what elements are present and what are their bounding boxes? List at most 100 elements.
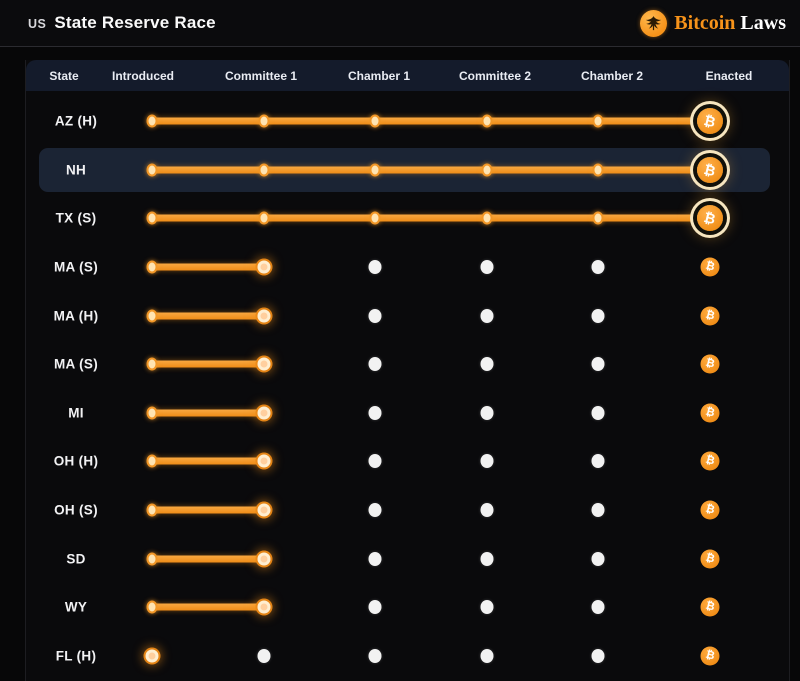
state-label: WY (26, 600, 126, 615)
stage-dot-chamber-1 (370, 115, 381, 128)
column-header-committee2: Committee 2 (459, 69, 531, 83)
stage-dot-chamber-2 (592, 600, 605, 614)
progress-line (152, 118, 710, 125)
stage-dot-committee-2 (480, 552, 493, 566)
table-row[interactable]: MA (H) ₿ (26, 291, 789, 340)
stage-dot-chamber-2 (593, 115, 604, 128)
table-row[interactable]: TX (S) ₿ (26, 194, 789, 243)
table-row[interactable]: FL (H) ₿ (26, 632, 789, 681)
stage-dot-committee-2 (481, 115, 492, 128)
column-header-enacted: Enacted (706, 69, 753, 83)
enacted-pending-bitcoin-icon: ₿ (701, 549, 720, 568)
stage-dot-committee-1 (257, 649, 270, 663)
state-label: MI (26, 405, 126, 420)
state-label: OH (H) (26, 454, 126, 469)
stage-dot-chamber-2 (593, 163, 604, 176)
stage-dot-chamber-2 (592, 309, 605, 323)
stage-dot-committee-1 (257, 309, 270, 322)
stage-dot-committee-1 (257, 552, 270, 565)
state-label: MA (S) (26, 260, 126, 275)
stage-dot-committee-2 (480, 454, 493, 468)
stage-dot-committee-2 (481, 212, 492, 225)
table-row[interactable]: MA (S) ₿ (26, 243, 789, 292)
stage-dot-chamber-1 (370, 212, 381, 225)
stage-dot-committee-1 (258, 163, 269, 176)
column-header-committee1: Committee 1 (225, 69, 297, 83)
enacted-pending-bitcoin-icon: ₿ (701, 501, 720, 520)
state-label: AZ (H) (26, 114, 126, 129)
column-header-chamber1: Chamber 1 (348, 69, 410, 83)
brand-link[interactable]: BitcoinLaws (640, 10, 786, 37)
stage-dot-introduced (147, 115, 158, 128)
brand-text: BitcoinLaws (674, 12, 786, 35)
brand-bitcoin: Bitcoin (674, 12, 735, 34)
table-row[interactable]: SD ₿ (26, 534, 789, 583)
state-label: TX (S) (26, 211, 126, 226)
title-wrap: US State Reserve Race (28, 13, 216, 33)
stage-dot-chamber-2 (592, 649, 605, 663)
stage-dot-committee-2 (480, 309, 493, 323)
enacted-bitcoin-icon: ₿ (697, 205, 723, 231)
stage-dot-committee-1 (258, 115, 269, 128)
bitcoin-laws-eagle-logo-icon (640, 10, 667, 37)
stage-dot-committee-2 (480, 503, 493, 517)
stage-dot-committee-1 (258, 212, 269, 225)
brand-laws: Laws (740, 12, 786, 34)
stage-dot-introduced (147, 504, 158, 517)
stage-dot-chamber-1 (369, 260, 382, 274)
stage-dot-chamber-2 (592, 260, 605, 274)
stage-dot-introduced (147, 601, 158, 614)
enacted-bitcoin-icon: ₿ (697, 157, 723, 183)
state-label: NH (26, 162, 126, 177)
state-label: OH (S) (26, 503, 126, 518)
state-label: MA (S) (26, 357, 126, 372)
state-label: FL (H) (26, 648, 126, 663)
stage-dot-chamber-1 (369, 309, 382, 323)
stage-dot-committee-1 (257, 358, 270, 371)
enacted-pending-bitcoin-icon: ₿ (701, 452, 720, 471)
stage-dot-committee-1 (257, 406, 270, 419)
stage-dot-committee-2 (480, 260, 493, 274)
stage-dot-chamber-2 (592, 406, 605, 420)
table-row[interactable]: OH (S) ₿ (26, 486, 789, 535)
stage-dot-introduced (146, 649, 159, 662)
enacted-pending-bitcoin-icon: ₿ (701, 306, 720, 325)
enacted-bitcoin-icon: ₿ (697, 108, 723, 134)
state-label: SD (26, 551, 126, 566)
column-header-introduced: Introduced (112, 69, 174, 83)
table-row[interactable]: WY ₿ (26, 583, 789, 632)
stage-dot-introduced (147, 358, 158, 371)
stage-dot-committee-2 (480, 357, 493, 371)
stage-dot-chamber-2 (593, 212, 604, 225)
stage-dot-chamber-2 (592, 503, 605, 517)
table-row[interactable]: MI ₿ (26, 389, 789, 438)
stage-dot-committee-1 (257, 504, 270, 517)
table-row[interactable]: MA (S) ₿ (26, 340, 789, 389)
enacted-pending-bitcoin-icon: ₿ (701, 598, 720, 617)
stage-dot-committee-2 (481, 163, 492, 176)
stage-dot-chamber-1 (369, 503, 382, 517)
enacted-pending-bitcoin-icon: ₿ (701, 403, 720, 422)
stage-dot-introduced (147, 406, 158, 419)
stage-dot-chamber-1 (370, 163, 381, 176)
progress-line (152, 604, 264, 611)
progress-line (152, 458, 264, 465)
stage-dot-chamber-1 (369, 649, 382, 663)
stage-dot-introduced (147, 261, 158, 274)
progress-line (152, 555, 264, 562)
stage-dot-chamber-2 (592, 552, 605, 566)
enacted-pending-bitcoin-icon: ₿ (701, 258, 720, 277)
enacted-pending-bitcoin-icon: ₿ (701, 355, 720, 374)
stage-dot-chamber-2 (592, 357, 605, 371)
table-row[interactable]: NH ₿ (26, 146, 789, 195)
progress-line (152, 507, 264, 514)
state-label: MA (H) (26, 308, 126, 323)
enacted-pending-bitcoin-icon: ₿ (701, 646, 720, 665)
table-row[interactable]: AZ (H) ₿ (26, 97, 789, 146)
progress-line (152, 312, 264, 319)
progress-line (152, 215, 710, 222)
stage-dot-chamber-1 (369, 600, 382, 614)
stage-dot-committee-2 (480, 600, 493, 614)
stage-dot-introduced (147, 309, 158, 322)
table-row[interactable]: OH (H) ₿ (26, 437, 789, 486)
